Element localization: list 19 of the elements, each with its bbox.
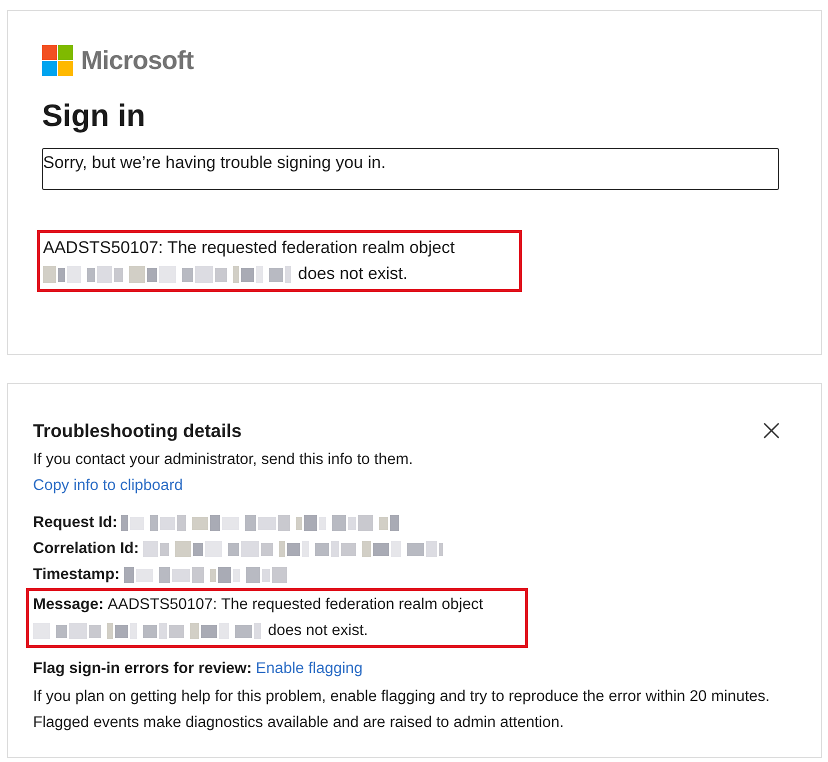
field-label: Message:	[33, 595, 104, 615]
windows-logo-icon	[42, 45, 73, 76]
error-message: does not exist.	[298, 263, 408, 285]
field-label: Flag sign-in errors for review:	[33, 659, 252, 679]
error-message: AADSTS50107: The requested federation realm object	[108, 595, 484, 615]
error-message: AADSTS50107: The requested federation realm object	[43, 237, 456, 259]
close-button[interactable]: ×	[756, 418, 786, 444]
notice-message: Sorry, but we’re having trouble signing you in.	[42, 148, 779, 190]
panel-title: Troubleshooting details	[33, 420, 242, 442]
field-label: Timestamp:	[33, 565, 120, 585]
error-message: does not exist.	[268, 621, 368, 641]
copy-link[interactable]: Copy info to clipboard	[33, 474, 183, 498]
instruction-text: If you contact your administrator, send this info to them.	[33, 450, 414, 470]
field-label: Request Id:	[33, 513, 118, 533]
enable-flagging-link[interactable]: Enable flagging	[256, 656, 363, 682]
field-label: Correlation Id:	[33, 539, 139, 559]
brand-name: Microsoft	[81, 45, 194, 76]
help-text: If you plan on getting help for this problem, enable flagging and try to reproduce the error within 20 minutes. Flagged events make diagnostics available and are raised to admin attention.	[33, 687, 771, 733]
page-title: Sign in	[42, 98, 146, 134]
